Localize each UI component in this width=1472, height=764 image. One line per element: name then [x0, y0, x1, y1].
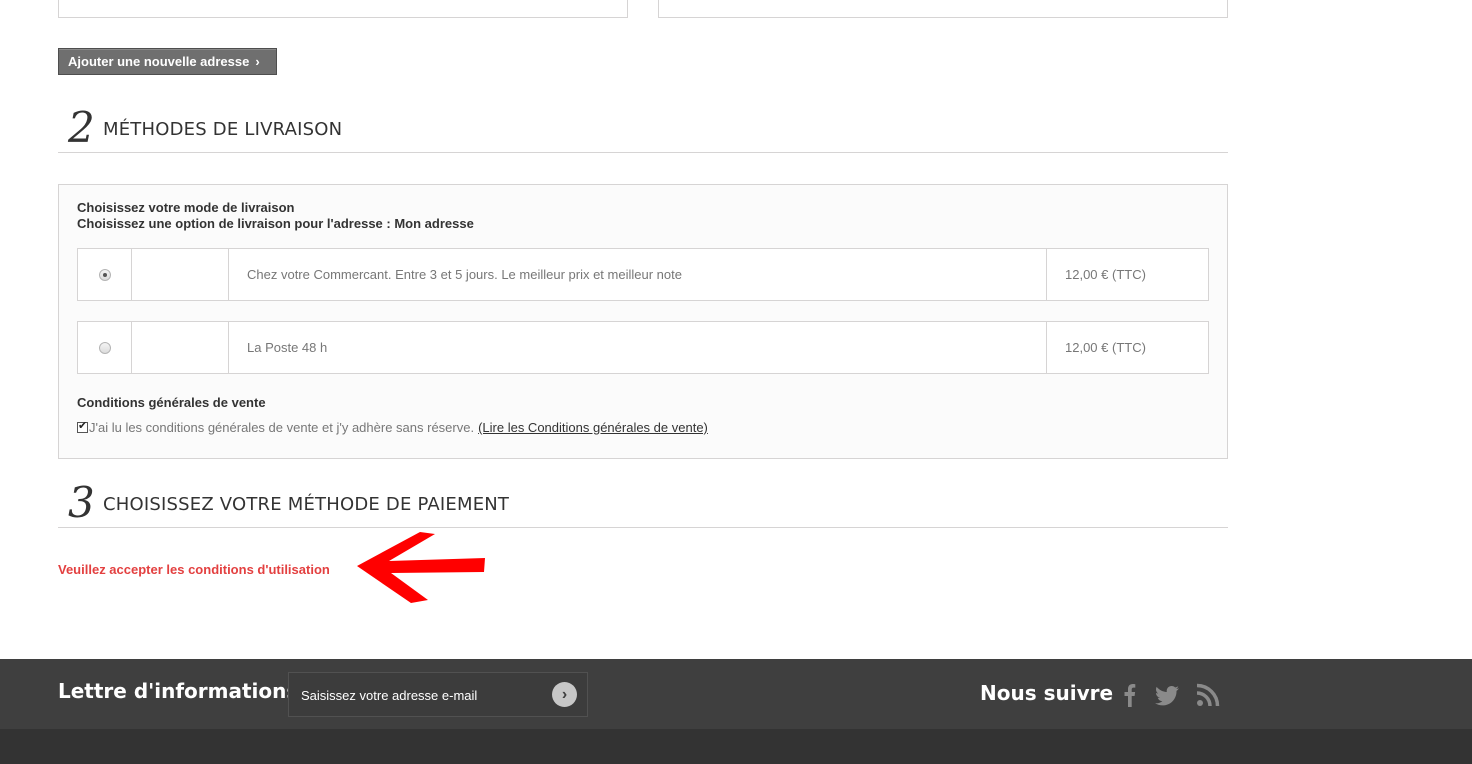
follow-us-title: Nous suivre	[980, 681, 1114, 705]
step-number: 2	[68, 103, 95, 152]
payment-method-heading: 3 CHOISISSEZ VOTRE MÉTHODE DE PAIEMENT	[58, 478, 1228, 528]
carrier-radio[interactable]	[98, 341, 111, 354]
footer-newsletter-bar: Lettre d'informations Saisissez votre ad…	[0, 659, 1472, 729]
carrier-radio-cell[interactable]	[78, 322, 132, 373]
rss-icon[interactable]	[1194, 681, 1222, 709]
carrier-option[interactable]: La Poste 48 h 12,00 € (TTC)	[77, 321, 1209, 374]
terms-text: J'ai lu les conditions générales de vent…	[89, 420, 475, 435]
twitter-icon[interactable]	[1153, 681, 1181, 709]
carrier-price: 12,00 € (TTC)	[1065, 267, 1146, 282]
step-number: 3	[68, 478, 95, 527]
footer-bottom-bar	[0, 729, 1472, 764]
facebook-icon[interactable]	[1116, 681, 1144, 709]
carrier-description: Chez votre Commercant. Entre 3 et 5 jour…	[229, 249, 1047, 300]
address-box-delivery	[58, 0, 628, 18]
delivery-options-panel: Choisissez votre mode de livraison Chois…	[58, 184, 1228, 459]
terms-checkbox[interactable]	[77, 419, 88, 433]
newsletter-submit-icon[interactable]: ›	[552, 682, 577, 707]
terms-link[interactable]: (Lire les Conditions générales de vente)	[478, 420, 708, 435]
carrier-logo-cell	[132, 322, 229, 373]
carrier-description: La Poste 48 h	[229, 322, 1047, 373]
newsletter-email-input[interactable]: Saisissez votre adresse e-mail ›	[288, 672, 588, 717]
delivery-address-subheading: Choisissez une option de livraison pour …	[77, 216, 474, 231]
delivery-mode-heading: Choisissez votre mode de livraison	[77, 200, 295, 215]
step-title: MÉTHODES DE LIVRAISON	[103, 119, 343, 140]
terms-warning: Veuillez accepter les conditions d'utili…	[58, 562, 330, 577]
step-title: CHOISISSEZ VOTRE MÉTHODE DE PAIEMENT	[103, 494, 510, 515]
delivery-methods-heading: 2 MÉTHODES DE LIVRAISON	[58, 103, 1228, 153]
add-address-button[interactable]: Ajouter une nouvelle adresse ›	[58, 48, 277, 75]
carrier-logo-cell	[132, 249, 229, 300]
newsletter-title: Lettre d'informations	[58, 679, 299, 703]
carrier-radio[interactable]	[98, 268, 111, 281]
terms-title: Conditions générales de vente	[77, 395, 266, 410]
address-box-invoice	[658, 0, 1228, 18]
carrier-radio-cell[interactable]	[78, 249, 132, 300]
newsletter-placeholder: Saisissez votre adresse e-mail	[301, 688, 478, 703]
terms-agreement: J'ai lu les conditions générales de vent…	[77, 419, 708, 435]
chevron-right-icon: ›	[255, 54, 260, 69]
red-arrow-annotation	[357, 532, 485, 603]
carrier-price: 12,00 € (TTC)	[1065, 340, 1146, 355]
add-address-label: Ajouter une nouvelle adresse	[68, 54, 250, 69]
carrier-option[interactable]: Chez votre Commercant. Entre 3 et 5 jour…	[77, 248, 1209, 301]
